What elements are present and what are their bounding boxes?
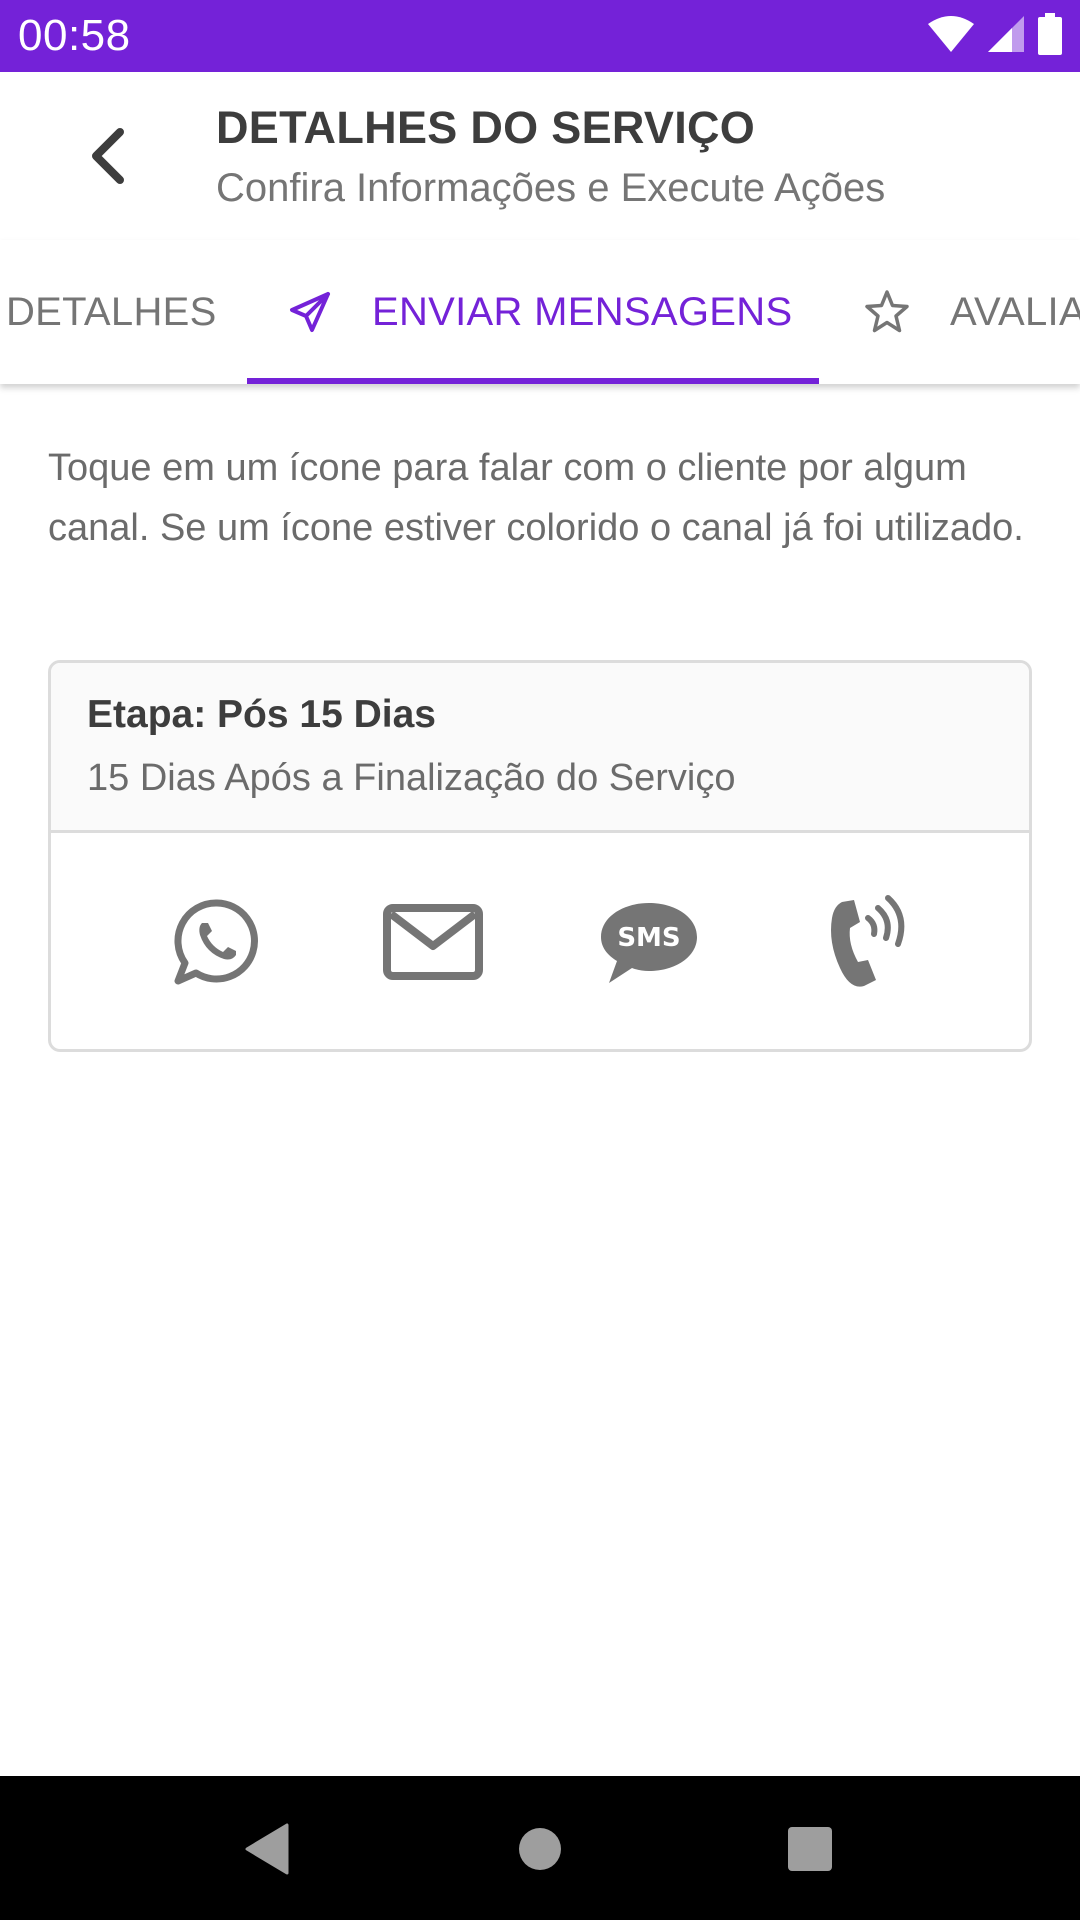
back-triangle-icon xyxy=(243,1823,291,1880)
nav-home-button[interactable] xyxy=(495,1806,585,1896)
email-button[interactable] xyxy=(373,884,493,1004)
page-subtitle: Confira Informações e Execute Ações xyxy=(216,166,886,210)
sms-button[interactable]: SMS xyxy=(589,884,709,1004)
stage-description: 15 Dias Após a Finalização do Serviço xyxy=(87,757,736,799)
stage-card-header: Etapa: Pós 15 Dias 15 Dias Após a Finali… xyxy=(51,663,1029,833)
active-tab-indicator xyxy=(247,378,819,384)
tab-label: DETALHES xyxy=(6,289,217,334)
recents-square-icon xyxy=(787,1826,833,1877)
nav-recents-button[interactable] xyxy=(765,1806,855,1896)
tab-label: AVALIA xyxy=(950,289,1080,334)
status-icons xyxy=(928,12,1062,60)
sms-icon-text: SMS xyxy=(617,923,680,953)
nav-back-button[interactable] xyxy=(222,1806,312,1896)
instructions-text: Toque em um ícone para falar com o clien… xyxy=(48,447,1024,549)
stage-title: Etapa: Pós 15 Dias xyxy=(87,693,436,736)
whatsapp-button[interactable] xyxy=(157,884,277,1004)
phone-ringing-icon xyxy=(820,892,910,997)
phone-call-button[interactable] xyxy=(805,884,925,1004)
tab-enviar-mensagens[interactable]: ENVIAR MENSAGENS xyxy=(288,240,792,384)
cellular-signal-icon xyxy=(988,15,1024,57)
app-header: DETALHES DO SERVIÇO Confira Informações … xyxy=(0,72,1080,240)
tab-label: ENVIAR MENSAGENS xyxy=(372,289,793,334)
stage-card: Etapa: Pós 15 Dias 15 Dias Após a Finali… xyxy=(48,660,1032,1052)
chevron-left-icon xyxy=(88,127,128,189)
back-button[interactable] xyxy=(72,122,144,194)
page-title: DETALHES DO SERVIÇO xyxy=(216,102,756,153)
envelope-icon xyxy=(383,903,483,985)
status-time: 00:58 xyxy=(18,11,131,60)
tab-avaliacao[interactable]: AVALIA xyxy=(864,240,1080,384)
system-nav-bar xyxy=(0,1776,1080,1920)
battery-icon xyxy=(1038,12,1062,60)
home-circle-icon xyxy=(517,1826,563,1877)
star-outline-icon xyxy=(864,289,910,335)
channel-row: SMS xyxy=(51,836,1029,1049)
wifi-icon xyxy=(928,15,974,57)
whatsapp-icon xyxy=(172,897,262,992)
status-bar: 00:58 xyxy=(0,0,1080,72)
tab-bar: DETALHES ENVIAR MENSAGENS AVALIA xyxy=(0,240,1080,384)
paper-plane-icon xyxy=(288,290,332,334)
tab-detalhes[interactable]: DETALHES xyxy=(6,240,217,384)
sms-bubble-icon: SMS xyxy=(599,899,699,990)
